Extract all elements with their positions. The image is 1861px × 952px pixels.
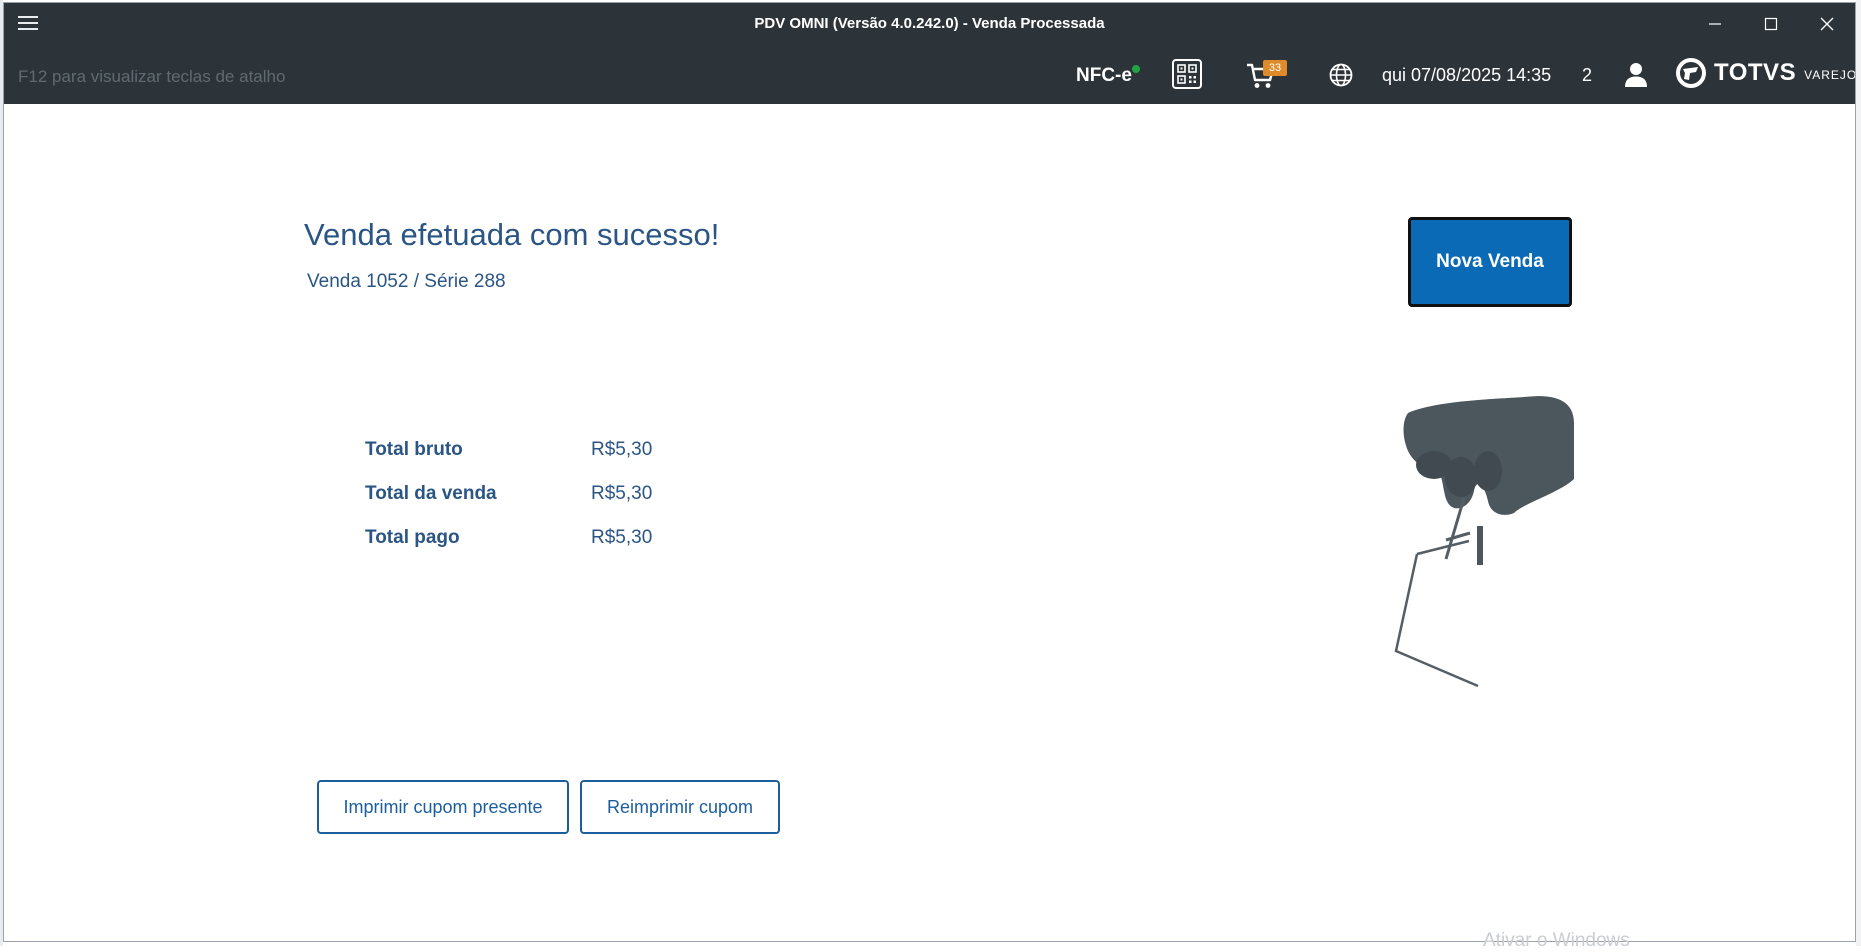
- current-datetime: qui 07/08/2025 14:35: [1382, 65, 1552, 85]
- windows-activation-watermark: Ativar o Windows: [1483, 930, 1630, 951]
- nfce-online-indicator: [1132, 65, 1140, 73]
- total-label: Total bruto: [365, 439, 463, 460]
- language-button[interactable]: [1329, 63, 1353, 92]
- close-icon: [1820, 17, 1834, 31]
- close-button[interactable]: [1799, 3, 1855, 45]
- total-label: Total da venda: [365, 483, 497, 504]
- minimize-icon: [1709, 23, 1721, 25]
- window-title: PDV OMNI (Versão 4.0.242.0) - Venda Proc…: [754, 15, 1105, 32]
- reprint-receipt-button[interactable]: Reimprimir cupom: [580, 780, 780, 834]
- maximize-button[interactable]: [1743, 3, 1799, 45]
- operator-count: 2: [1582, 65, 1593, 85]
- app-window: PDV OMNI (Versão 4.0.242.0) - Venda Proc…: [3, 2, 1856, 942]
- brand-name: TOTVS: [1714, 59, 1797, 86]
- qr-code-icon: [1172, 59, 1202, 89]
- qr-code-button[interactable]: [1172, 59, 1202, 94]
- desktop-right-edge: [1856, 0, 1861, 946]
- totvs-logo: TOTVS VAREJO: [1676, 58, 1856, 88]
- total-label: Total pago: [365, 527, 460, 548]
- total-value: R$5,30: [591, 439, 653, 460]
- user-button[interactable]: [1624, 62, 1648, 93]
- print-gift-receipt-button[interactable]: Imprimir cupom presente: [317, 780, 569, 834]
- user-icon: [1625, 63, 1647, 87]
- maximize-icon: [1764, 17, 1778, 31]
- nfce-status[interactable]: NFC-e: [1076, 65, 1132, 87]
- menu-icon[interactable]: [18, 15, 38, 31]
- app-toolbar: F12 para visualizar teclas de atalho NFC…: [4, 45, 1855, 104]
- total-value: R$5,30: [591, 483, 653, 504]
- globe-icon: [1329, 63, 1353, 87]
- cart-count-badge: 33: [1263, 60, 1287, 76]
- shortcut-hint: F12 para visualizar teclas de atalho: [18, 67, 286, 86]
- minimize-button[interactable]: [1687, 3, 1743, 45]
- total-value: R$5,30: [591, 527, 653, 548]
- title-bar: PDV OMNI (Versão 4.0.242.0) - Venda Proc…: [4, 3, 1855, 45]
- totvs-logo-icon: [1676, 58, 1706, 88]
- sale-number: Venda 1052 / Série 288: [307, 271, 506, 292]
- receipt-hand-illustration: [1394, 396, 1574, 688]
- new-sale-button[interactable]: Nova Venda: [1408, 217, 1572, 307]
- success-title: Venda efetuada com sucesso!: [304, 217, 720, 252]
- brand-subtitle: VAREJO: [1804, 68, 1856, 82]
